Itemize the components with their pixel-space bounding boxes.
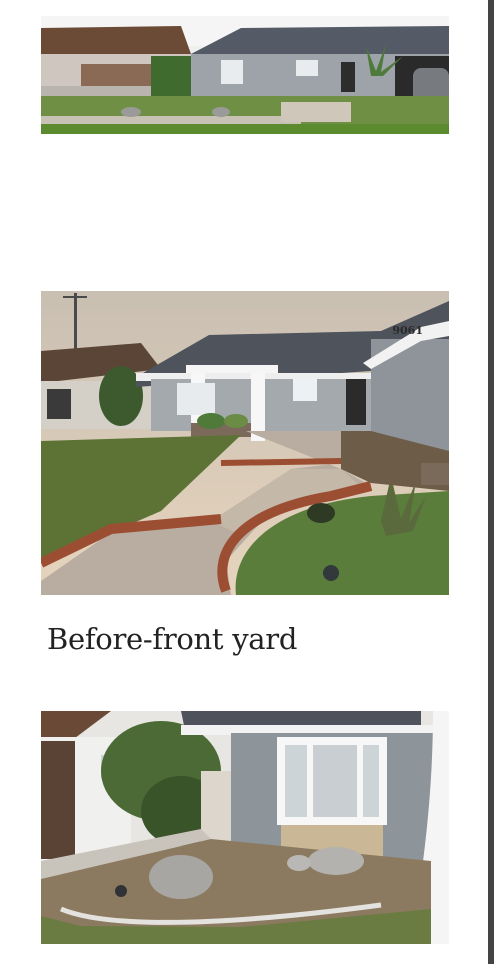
house-number: 9061: [392, 324, 423, 337]
photo-house-street-view: [41, 16, 449, 134]
scrollbar[interactable]: [488, 0, 494, 964]
image-caption: Before-front yard: [47, 622, 298, 656]
photo-side-yard-bay-window: [41, 711, 449, 944]
photo-front-yard-walkway: 9061: [41, 291, 449, 595]
